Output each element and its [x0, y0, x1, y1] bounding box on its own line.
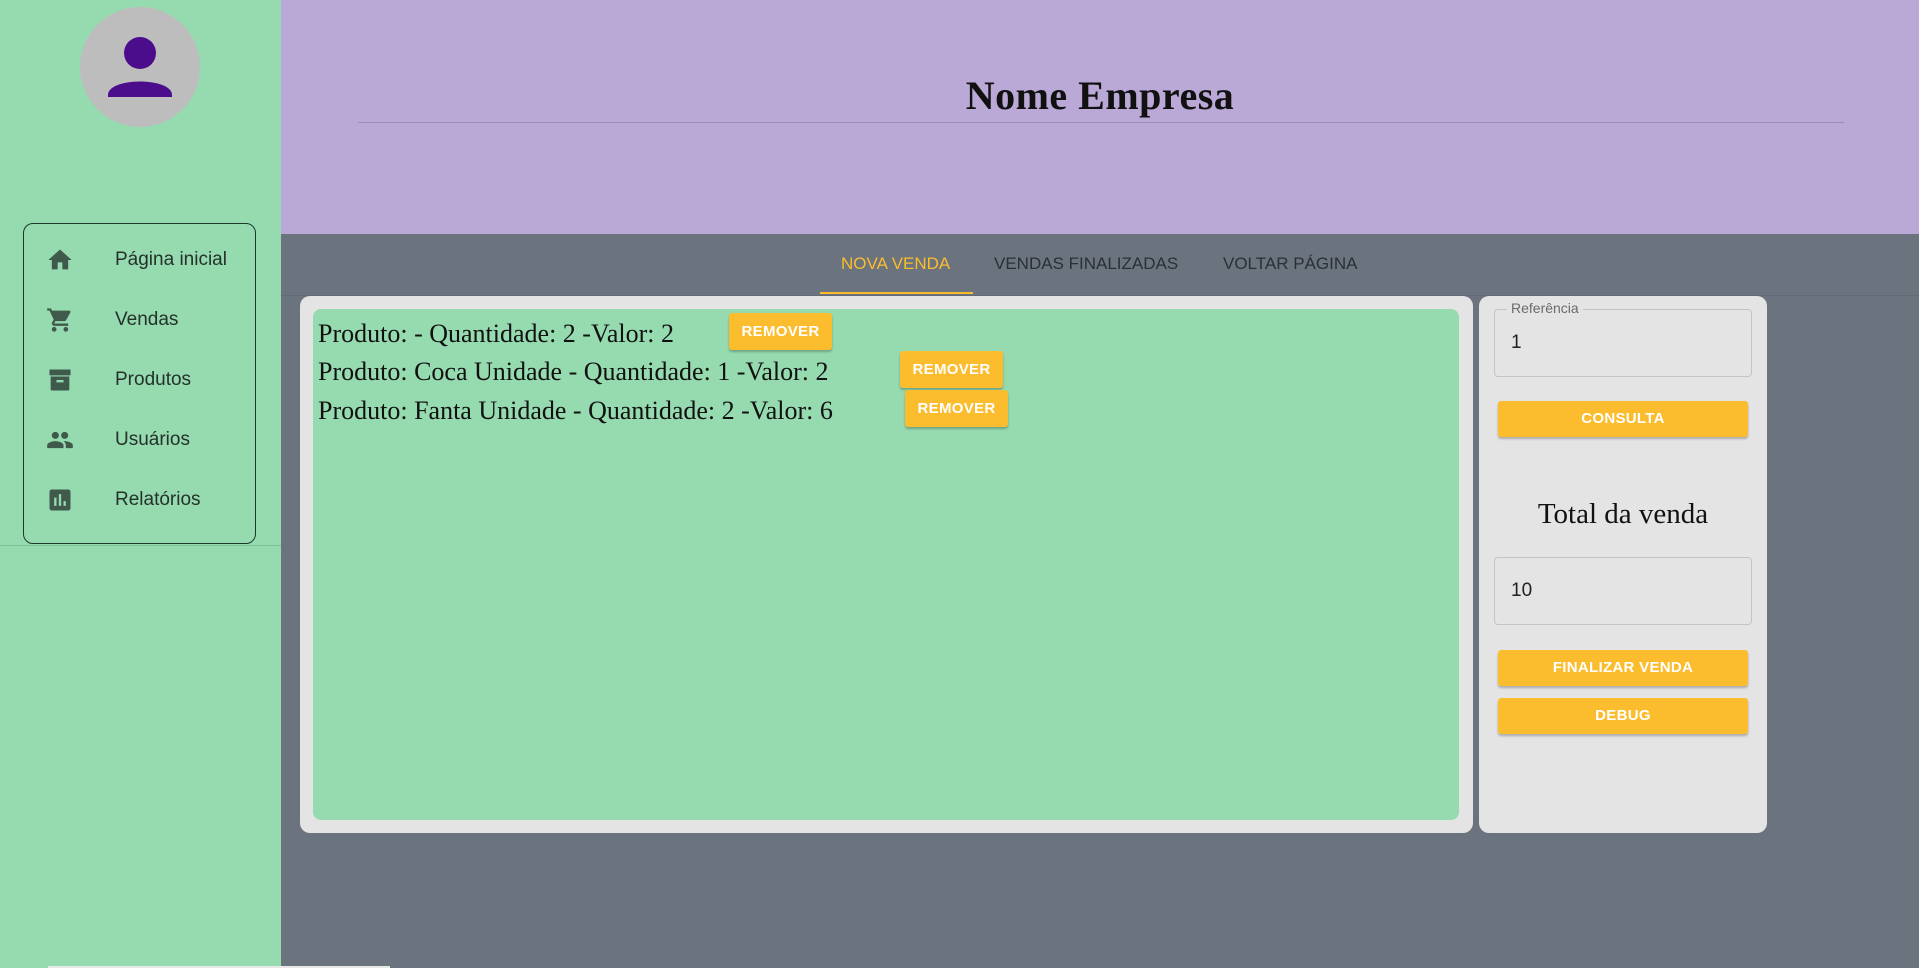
sale-items-panel: Produto: - Quantidade: 2 -Valor: 2 REMOV… — [300, 296, 1473, 833]
archive-icon — [49, 369, 71, 391]
finalizar-venda-button[interactable]: FINALIZAR VENDA — [1498, 650, 1748, 686]
reference-input[interactable] — [1511, 332, 1731, 354]
sidebar-item-produtos[interactable]: Produtos — [24, 354, 255, 402]
total-title: Total da venda — [1537, 498, 1709, 530]
sale-summary-panel: Referência CONSULTA Total da venda FINAL… — [1479, 296, 1767, 833]
header: Nome Empresa — [281, 0, 1919, 234]
sale-item-text: Produto: - Quantidade: 2 -Valor: 2 — [318, 319, 674, 348]
sidebar-item-label: Vendas — [115, 309, 179, 330]
divider — [358, 122, 1844, 123]
total-input[interactable] — [1511, 580, 1731, 602]
cart-icon — [47, 308, 71, 332]
avatar[interactable] — [80, 7, 200, 127]
home-icon — [48, 249, 72, 270]
bar-chart-icon — [49, 489, 71, 511]
reference-label: Referência — [1507, 300, 1583, 316]
reference-field[interactable]: Referência — [1494, 300, 1752, 377]
tab-nova-venda[interactable]: NOVA VENDA — [841, 254, 950, 274]
sidebar-item-relatorios[interactable]: Relatórios — [24, 474, 255, 522]
sidebar-item-pagina-inicial[interactable]: Página inicial — [24, 234, 255, 282]
tab-voltar-pagina[interactable]: VOLTAR PÁGINA — [1223, 254, 1357, 274]
page-title: Nome Empresa — [965, 73, 1235, 118]
total-field[interactable] — [1494, 557, 1752, 625]
sale-item-text: Produto: Fanta Unidade - Quantidade: 2 -… — [318, 396, 833, 425]
sidebar-item-label: Produtos — [115, 369, 192, 390]
sidebar-item-label: Página inicial — [115, 249, 227, 270]
remove-button[interactable]: REMOVER — [905, 390, 1008, 427]
divider — [0, 545, 281, 546]
sidebar-item-label: Relatórios — [115, 489, 201, 510]
consulta-button[interactable]: CONSULTA — [1498, 401, 1748, 437]
tab-bar: NOVA VENDA VENDAS FINALIZADAS VOLTAR PÁG… — [281, 234, 1919, 296]
sidebar-nav: Página inicial Vendas Produtos Usuários … — [23, 223, 256, 544]
tab-vendas-finalizadas[interactable]: VENDAS FINALIZADAS — [994, 254, 1178, 274]
sidebar-item-vendas[interactable]: Vendas — [24, 294, 255, 342]
sidebar-item-label: Usuários — [115, 429, 190, 450]
remove-button[interactable]: REMOVER — [900, 351, 1003, 388]
debug-button[interactable]: DEBUG — [1498, 698, 1748, 734]
sale-item-text: Produto: Coca Unidade - Quantidade: 1 -V… — [318, 357, 829, 386]
sidebar: Página inicial Vendas Produtos Usuários … — [0, 0, 281, 968]
remove-button[interactable]: REMOVER — [729, 313, 832, 350]
people-icon — [47, 431, 73, 449]
tab-indicator — [820, 292, 973, 294]
person-icon — [108, 37, 172, 97]
sidebar-item-usuarios[interactable]: Usuários — [24, 414, 255, 462]
sale-items-list: Produto: - Quantidade: 2 -Valor: 2 REMOV… — [313, 309, 1459, 820]
